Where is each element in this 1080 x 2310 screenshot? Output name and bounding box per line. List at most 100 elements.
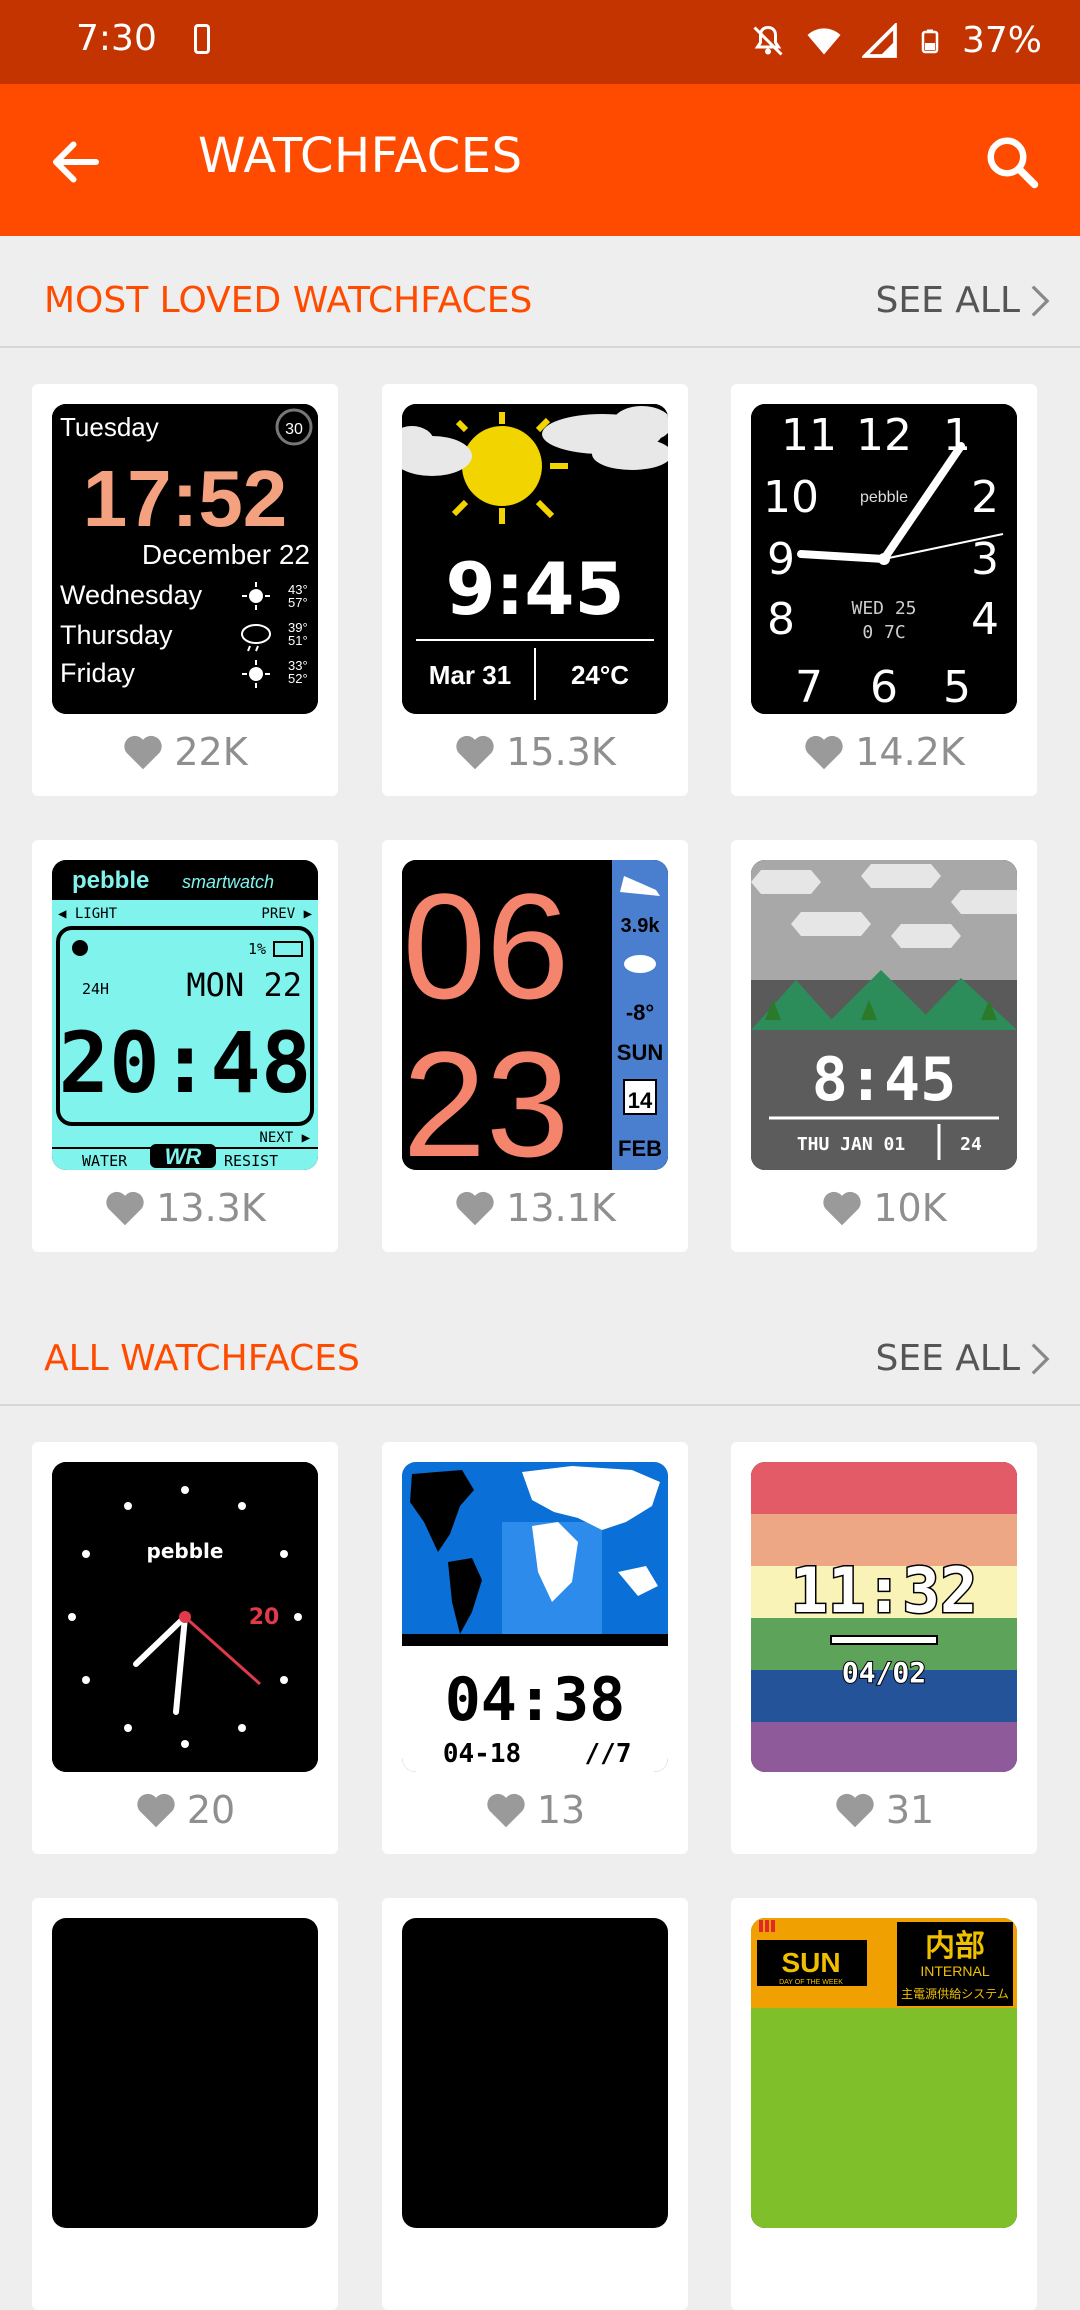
watchface-card[interactable] xyxy=(382,1898,688,2310)
watchface-preview: Tuesday 30 17:52 December 22 Wednesday T… xyxy=(52,404,318,714)
svg-text:10: 10 xyxy=(763,472,819,523)
search-icon[interactable] xyxy=(982,132,1042,192)
watchface-preview xyxy=(52,1918,318,2228)
face-brand: pebble xyxy=(147,1539,224,1563)
watchface-card[interactable]: pebble 20 20 xyxy=(32,1442,338,1854)
watchface-card[interactable]: pebble smartwatch ◀ LIGHT PREV ▶ 1% 24H … xyxy=(32,840,338,1252)
status-bar: 7:30 37% xyxy=(0,0,1080,84)
watchface-card[interactable]: 12 11 1 2 3 4 5 6 7 8 9 10 pebble WED 25… xyxy=(731,384,1037,796)
svg-text:NEXT ▶: NEXT ▶ xyxy=(259,1130,310,1146)
face-brand: pebble xyxy=(860,489,908,506)
svg-text://7: //7 xyxy=(585,1739,632,1769)
app-bar: WATCHFACES xyxy=(0,84,1080,236)
svg-text:57°: 57° xyxy=(288,595,308,610)
watchface-preview: 12 11 1 2 3 4 5 6 7 8 9 10 pebble WED 25… xyxy=(751,404,1017,714)
svg-text:6: 6 xyxy=(870,662,898,713)
watchface-card[interactable]: 11:32 04/02 31 xyxy=(731,1442,1037,1854)
svg-text:SUN: SUN xyxy=(781,1947,840,1978)
watchface-card[interactable] xyxy=(32,1898,338,2310)
face-day1: Wednesday xyxy=(60,580,203,610)
svg-text:2: 2 xyxy=(971,472,999,523)
watchface-digital-weather: Tuesday 30 17:52 December 22 Wednesday T… xyxy=(52,404,318,714)
heart-icon xyxy=(106,1191,144,1226)
svg-text:MON 22: MON 22 xyxy=(186,966,302,1004)
svg-text:3: 3 xyxy=(971,534,999,585)
face-badge: 30 xyxy=(285,421,303,438)
watchface-analog-numbers: 12 11 1 2 3 4 5 6 7 8 9 10 pebble WED 25… xyxy=(751,404,1017,714)
likes-count: 15.3K xyxy=(382,724,688,780)
cell-signal-icon xyxy=(861,22,897,58)
svg-text:5: 5 xyxy=(943,662,971,713)
wifi-icon xyxy=(807,27,841,54)
face-time: 04:38 xyxy=(445,1665,626,1735)
face-day3: Friday xyxy=(60,658,136,688)
heart-icon xyxy=(456,1191,494,1226)
watchface-preview: pebble smartwatch ◀ LIGHT PREV ▶ 1% 24H … xyxy=(52,860,318,1170)
watchface-preview: 11:32 04/02 xyxy=(751,1462,1017,1772)
svg-text:24H: 24H xyxy=(82,980,109,998)
watchface-card[interactable]: 04:38 04-18 //7 13 xyxy=(382,1442,688,1854)
face-time: 20:48 xyxy=(59,1014,312,1112)
watchface-analog-minimal: pebble 20 xyxy=(52,1462,318,1772)
svg-text:WATER: WATER xyxy=(82,1152,128,1170)
watchface-preview: 9:45 Mar 31 24°C xyxy=(402,404,668,714)
watchface-preview: SUN DAY OF THE WEEK 内部 INTERNAL 主電源供給システ… xyxy=(751,1918,1017,2228)
watchface-world-map: 04:38 04-18 //7 xyxy=(402,1462,668,1772)
see-all-button[interactable]: SEE ALL xyxy=(875,280,1052,321)
watchface-eva-internal: SUN DAY OF THE WEEK 内部 INTERNAL 主電源供給システ… xyxy=(751,1918,1017,2228)
likes-value: 22K xyxy=(174,730,248,774)
face-brand: pebble xyxy=(72,867,149,894)
watchface-weather-sun: 9:45 Mar 31 24°C xyxy=(402,404,668,714)
section-all-header: ALL WATCHFACES SEE ALL xyxy=(0,1294,1080,1406)
svg-text:1%: 1% xyxy=(248,940,266,958)
heart-icon xyxy=(823,1191,862,1226)
svg-text:04/02: 04/02 xyxy=(842,1656,926,1689)
heart-icon xyxy=(124,735,163,770)
svg-text:THU JAN 01: THU JAN 01 xyxy=(797,1134,905,1155)
likes-count: 20 xyxy=(32,1782,338,1838)
face-time: 17:52 xyxy=(83,454,288,543)
likes-count: 13 xyxy=(382,1782,688,1838)
face-weekday: Tuesday xyxy=(60,412,159,442)
arrow-left-icon[interactable] xyxy=(46,132,106,192)
svg-text:RESIST: RESIST xyxy=(224,1152,278,1170)
see-all-button[interactable]: SEE ALL xyxy=(875,1338,1052,1379)
watchface-card[interactable]: SUN DAY OF THE WEEK 内部 INTERNAL 主電源供給システ… xyxy=(731,1898,1037,2310)
face-day2: Thursday xyxy=(60,620,173,650)
face-date: WED 25 xyxy=(851,598,916,619)
likes-count: 13.3K xyxy=(32,1180,338,1236)
svg-text:DAY OF THE WEEK: DAY OF THE WEEK xyxy=(779,1979,843,1986)
phone-icon xyxy=(194,24,210,54)
svg-text:内部: 内部 xyxy=(925,1929,985,1964)
see-all-label: SEE ALL xyxy=(875,1338,1020,1379)
heart-icon xyxy=(836,1793,874,1828)
watchface-card[interactable]: 8:45 THU JAN 01 24 10K xyxy=(731,840,1037,1252)
bluetooth-icon xyxy=(72,940,88,956)
bell-off-icon xyxy=(753,25,783,56)
face-sub: smartwatch xyxy=(182,872,274,892)
battery-icon xyxy=(921,29,939,53)
face-time: 9:45 xyxy=(445,547,624,631)
likes-value: 31 xyxy=(885,1788,935,1832)
watchface-preview xyxy=(402,1918,668,2228)
face-time: 8:45 xyxy=(812,1045,957,1115)
page-title: WATCHFACES xyxy=(198,128,523,184)
watchface-rainbow: 11:32 04/02 xyxy=(751,1462,1017,1772)
likes-count: 10K xyxy=(731,1180,1037,1236)
watchface-card[interactable]: 9:45 Mar 31 24°C 15.3K xyxy=(382,384,688,796)
face-temp: 24°C xyxy=(571,660,629,690)
watchface-big-numerals: 06 23 3.9k -8° SUN 14 FEB xyxy=(402,860,668,1170)
svg-text:4: 4 xyxy=(971,594,999,645)
likes-count: 13.1K xyxy=(382,1180,688,1236)
likes-value: 10K xyxy=(873,1186,947,1230)
watchface-card[interactable]: Tuesday 30 17:52 December 22 Wednesday T… xyxy=(32,384,338,796)
face-temp: 0 7C xyxy=(862,622,905,643)
face-date: December 22 xyxy=(142,539,310,570)
watchface-card[interactable]: 06 23 3.9k -8° SUN 14 FEB 13.1K xyxy=(382,840,688,1252)
see-all-label: SEE ALL xyxy=(875,280,1020,321)
watchface-mountains: 8:45 THU JAN 01 24 xyxy=(751,860,1017,1170)
face-minute: 23 xyxy=(403,1020,570,1170)
face-hour: 06 xyxy=(403,862,570,1030)
svg-text:9: 9 xyxy=(767,534,795,585)
section-title: ALL WATCHFACES xyxy=(44,1338,360,1379)
